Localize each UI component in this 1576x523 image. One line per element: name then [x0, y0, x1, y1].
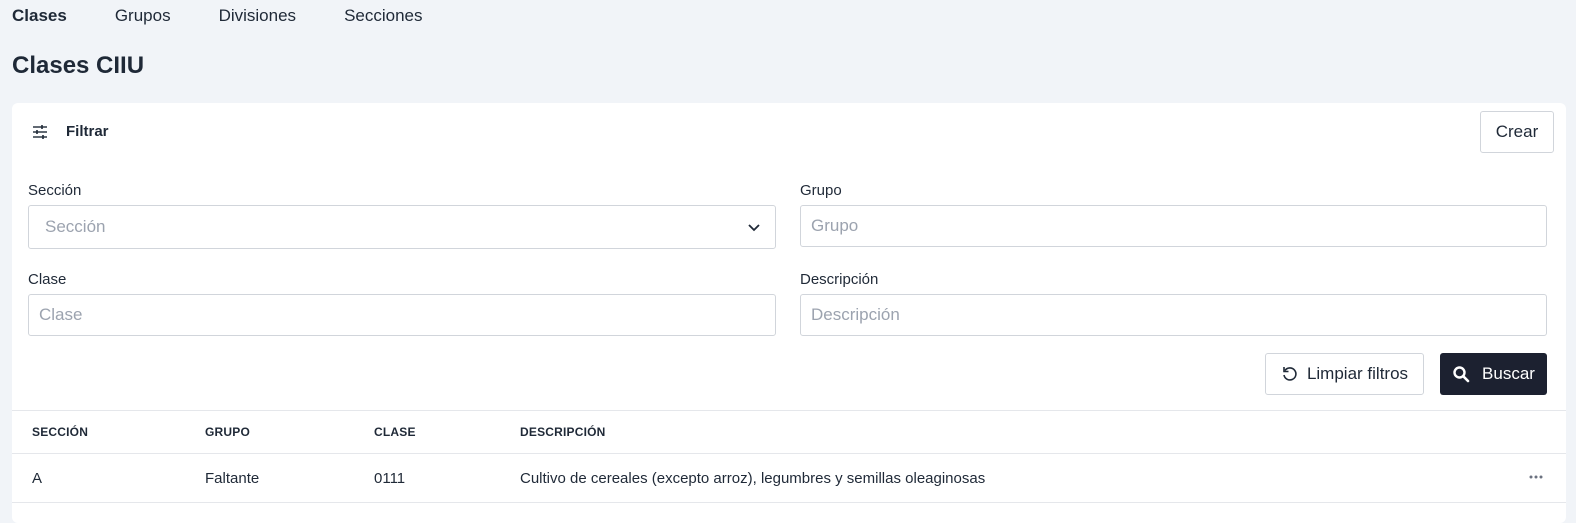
filter-card: Filtrar Crear Sección Sección Grupo Clas… [12, 103, 1566, 523]
search-icon [1453, 366, 1470, 383]
more-horizontal-icon[interactable] [1528, 469, 1544, 485]
table-row[interactable]: A Faltante 0111 Cultivo de cereales (exc… [12, 454, 1566, 503]
seccion-select[interactable]: Sección [28, 205, 776, 249]
page-title: Clases CIIU [12, 52, 145, 79]
tab-divisiones[interactable]: Divisiones [219, 1, 296, 31]
cell-clase: 0111 [374, 470, 406, 487]
grupo-field[interactable] [800, 205, 1547, 247]
sliders-icon [33, 125, 47, 139]
descripcion-field[interactable] [800, 294, 1547, 336]
tab-grupos[interactable]: Grupos [115, 1, 171, 31]
results-table: SECCIÓN GRUPO CLASE DESCRIPCIÓN A Faltan… [12, 410, 1566, 503]
clase-input[interactable] [29, 305, 775, 325]
clase-label: Clase [28, 271, 67, 288]
grupo-input[interactable] [801, 216, 1546, 236]
column-header-clase[interactable]: CLASE [374, 425, 416, 439]
column-header-descripcion[interactable]: DESCRIPCIÓN [520, 425, 606, 439]
clear-filters-label: Limpiar filtros [1306, 364, 1409, 383]
reset-icon [1283, 367, 1297, 381]
cell-seccion: A [32, 470, 43, 487]
chevron-down-icon [748, 224, 760, 232]
create-button[interactable]: Crear [1480, 111, 1554, 153]
seccion-label: Sección [28, 182, 82, 199]
cell-grupo: Faltante [205, 470, 260, 487]
table-header: SECCIÓN GRUPO CLASE DESCRIPCIÓN [12, 410, 1566, 454]
search-button-label: Buscar [1482, 364, 1535, 383]
clase-field[interactable] [28, 294, 776, 336]
cell-descripcion: Cultivo de cereales (excepto arroz), leg… [520, 470, 986, 487]
top-tabs: Clases Grupos Divisiones Secciones [12, 0, 471, 32]
filter-header: Filtrar Crear [12, 103, 1566, 161]
clear-filters-button[interactable]: Limpiar filtros [1265, 353, 1424, 395]
descripcion-label: Descripción [800, 271, 879, 288]
tab-secciones[interactable]: Secciones [344, 1, 422, 31]
descripcion-input[interactable] [801, 305, 1546, 325]
grupo-label: Grupo [800, 182, 842, 199]
column-header-grupo[interactable]: GRUPO [205, 425, 250, 439]
filter-title: Filtrar [66, 123, 109, 140]
column-header-seccion[interactable]: SECCIÓN [32, 425, 88, 439]
search-button[interactable]: Buscar [1440, 353, 1547, 395]
tab-clases[interactable]: Clases [12, 1, 67, 31]
seccion-select-value: Sección [45, 217, 106, 236]
